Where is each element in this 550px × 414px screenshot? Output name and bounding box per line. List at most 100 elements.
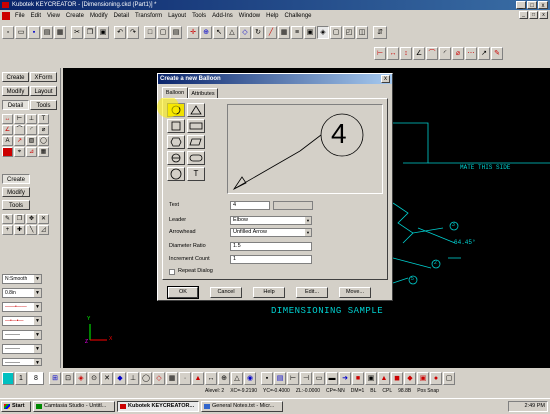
- menu-help[interactable]: Help: [263, 13, 281, 19]
- doc-restore-button[interactable]: □: [529, 11, 538, 19]
- detail-symbol-icon[interactable]: [2, 147, 13, 157]
- print-preview-icon[interactable]: ▦: [54, 25, 66, 39]
- open-icon[interactable]: ▭: [15, 25, 27, 39]
- detail-arc-icon[interactable]: ⌒: [14, 125, 25, 135]
- save-status-icon[interactable]: ▪: [261, 371, 273, 385]
- detail-balloon-icon[interactable]: ◯: [38, 136, 49, 146]
- shade-icon[interactable]: ◈: [317, 25, 329, 39]
- dim-note-icon[interactable]: ✎: [491, 46, 503, 60]
- detail-arrow-icon[interactable]: ↗: [14, 136, 25, 146]
- detail-dim-icon[interactable]: ↔: [2, 114, 13, 124]
- undo-icon[interactable]: ↶: [114, 25, 126, 39]
- move-status-icon[interactable]: ➜: [339, 371, 351, 385]
- color-swatch[interactable]: [2, 371, 14, 385]
- copy-icon[interactable]: ❐: [84, 25, 96, 39]
- snap-dist-icon[interactable]: ↔: [205, 371, 217, 385]
- layer-icon[interactable]: ≡: [291, 25, 303, 39]
- snap-key-icon[interactable]: ▲: [192, 371, 204, 385]
- cut-icon[interactable]: ✂: [71, 25, 83, 39]
- detail-label-icon[interactable]: A: [2, 136, 13, 146]
- snap-mid-icon[interactable]: ◈: [75, 371, 87, 385]
- detail-horiz-icon[interactable]: ⊢: [14, 114, 25, 124]
- menu-window[interactable]: Window: [236, 13, 263, 19]
- menu-file[interactable]: File: [12, 13, 28, 19]
- line-style-select-2[interactable]: —•—•— ▼: [2, 316, 42, 326]
- snap-quad-icon[interactable]: ◇: [153, 371, 165, 385]
- line-width-select[interactable]: ——— ▼: [2, 358, 42, 366]
- balloon-text-only-shape[interactable]: T: [187, 167, 205, 181]
- doc-minimize-button[interactable]: _: [519, 11, 528, 19]
- snap-end-icon[interactable]: ⊡: [62, 371, 74, 385]
- save-icon[interactable]: ▪: [28, 25, 40, 39]
- dim-horizontal-icon[interactable]: ↔: [387, 46, 399, 60]
- move-button[interactable]: Move...: [339, 287, 371, 298]
- ok-button[interactable]: OK: [167, 286, 199, 299]
- balloon-slot-shape[interactable]: [187, 151, 205, 165]
- detail-table-icon[interactable]: ▦: [38, 147, 49, 157]
- balloon-triangle-shape[interactable]: [187, 103, 205, 117]
- detail-gdt-icon[interactable]: ⌖: [14, 147, 25, 157]
- print-icon[interactable]: ▤: [41, 25, 53, 39]
- mask-status-icon[interactable]: ◆: [404, 371, 416, 385]
- detail-angle-icon[interactable]: ∠: [2, 125, 13, 135]
- doc-icon[interactable]: [2, 12, 10, 20]
- snap-point-icon[interactable]: ·: [179, 371, 191, 385]
- repeat-dialog-checkbox[interactable]: [169, 269, 175, 275]
- detail-radius-icon[interactable]: ◜: [26, 125, 37, 135]
- tab-balloon[interactable]: Balloon: [162, 87, 188, 98]
- subtab-tools[interactable]: Tools: [2, 200, 30, 210]
- sub-move-icon[interactable]: ✥: [26, 214, 37, 224]
- sub-copy-icon[interactable]: ❐: [14, 214, 25, 224]
- edit-button[interactable]: Edit...: [296, 287, 328, 298]
- menu-add-ins[interactable]: Add-Ins: [209, 13, 236, 19]
- menu-tools[interactable]: Tools: [189, 13, 209, 19]
- rotate-icon[interactable]: ↻: [252, 25, 264, 39]
- task-keycreator[interactable]: Kubotek KEYCREATOR...: [117, 401, 199, 412]
- dim4-status-icon[interactable]: ▬: [326, 371, 338, 385]
- dim3-status-icon[interactable]: ▭: [313, 371, 325, 385]
- line-style-select-4[interactable]: ——— ▼: [2, 344, 42, 354]
- dim2-status-icon[interactable]: ⊣: [300, 371, 312, 385]
- snap-grid-icon[interactable]: ▦: [166, 371, 178, 385]
- balloon-flag-shape[interactable]: [187, 135, 205, 149]
- task-camtasia[interactable]: Camtasia Studio - Untitl...: [33, 401, 115, 412]
- dim-arc-icon[interactable]: ⌒: [426, 46, 438, 60]
- sub-tri-icon[interactable]: ◿: [38, 225, 49, 235]
- sub-plus-icon[interactable]: +: [2, 225, 13, 235]
- line-style-select-1[interactable]: ——•—— ▼: [2, 302, 42, 312]
- detail-diameter-icon[interactable]: ⌀: [38, 125, 49, 135]
- menu-create[interactable]: Create: [63, 13, 87, 19]
- diameter-ratio-input[interactable]: 1.5: [230, 242, 312, 251]
- snap-tan-icon[interactable]: ◯: [140, 371, 152, 385]
- balloon-split-circle-shape[interactable]: [167, 151, 185, 165]
- cascade-icon[interactable]: ▤: [170, 25, 182, 39]
- task-notepad[interactable]: General Notes.txt - Micr...: [201, 401, 283, 412]
- tile-icon[interactable]: ▢: [157, 25, 169, 39]
- menu-transform[interactable]: Transform: [132, 13, 165, 19]
- entity-status-icon[interactable]: ▲: [378, 371, 390, 385]
- size-select[interactable]: 0.8in ▼: [2, 288, 42, 298]
- tab-attributes[interactable]: Attributes: [188, 88, 218, 98]
- filter-status-icon[interactable]: ▣: [365, 371, 377, 385]
- sub-edit-icon[interactable]: ✎: [2, 214, 13, 224]
- render-icon[interactable]: ▣: [304, 25, 316, 39]
- subtab-create[interactable]: Create: [2, 174, 30, 184]
- menu-view[interactable]: View: [44, 13, 63, 19]
- snap-int-icon[interactable]: ✕: [101, 371, 113, 385]
- triangle-icon[interactable]: △: [226, 25, 238, 39]
- tab-tools[interactable]: Tools: [30, 100, 57, 110]
- menu-detail[interactable]: Detail: [111, 13, 132, 19]
- tab-create[interactable]: Create: [2, 72, 29, 82]
- grid-icon[interactable]: ▦: [278, 25, 290, 39]
- dim-linear-icon[interactable]: ⊢: [374, 46, 386, 60]
- menu-modify[interactable]: Modify: [87, 13, 111, 19]
- dim-radius-icon[interactable]: ◜: [439, 46, 451, 60]
- view-select[interactable]: 8: [28, 371, 44, 385]
- leader-select[interactable]: Elbow ▼: [230, 216, 312, 225]
- select-icon[interactable]: ↖: [213, 25, 225, 39]
- arrow-icon[interactable]: ⇵: [373, 25, 387, 39]
- close-button[interactable]: x: [538, 1, 548, 9]
- tab-layout[interactable]: Layout: [30, 86, 57, 96]
- detail-hatch-icon[interactable]: ▧: [26, 136, 37, 146]
- paste-icon[interactable]: ▣: [97, 25, 109, 39]
